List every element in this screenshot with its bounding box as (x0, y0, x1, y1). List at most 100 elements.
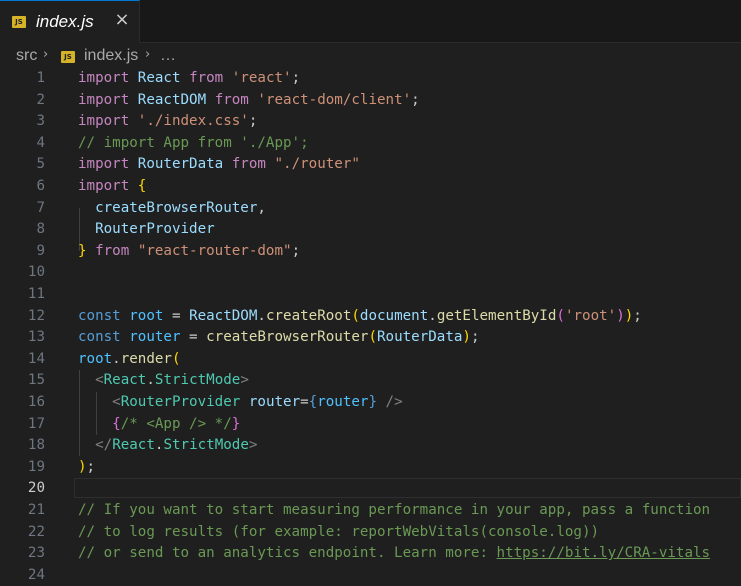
line-number: 20 (27, 480, 45, 497)
code-token: import (78, 156, 130, 173)
code-token: 'root' (564, 307, 617, 324)
code-token: </ (95, 437, 113, 454)
code-line[interactable]: 10 (0, 262, 741, 284)
line-number: 10 (27, 264, 45, 281)
code-token: React (137, 70, 181, 86)
code-line[interactable]: 2 import ReactDOM from 'react-dom/client'… (0, 90, 741, 112)
breadcrumb-folder[interactable]: src (16, 47, 37, 65)
code-text: import ReactDOM from 'react-dom/client'; (78, 90, 420, 112)
code-token: ( (351, 307, 360, 324)
code-text: import { (78, 176, 146, 198)
code-line[interactable]: 3 import './index.css'; (0, 111, 741, 133)
code-editor[interactable]: 1 import React from 'react'; 2 import React… (0, 68, 741, 583)
code-line[interactable]: 20 (0, 478, 741, 500)
code-token: from (189, 70, 224, 86)
code-line[interactable]: 7 createBrowserRouter, (0, 198, 741, 220)
code-token: router (129, 329, 181, 346)
code-token: ; (248, 113, 258, 130)
line-number: 11 (27, 286, 45, 302)
code-token: . (428, 307, 437, 324)
code-line[interactable]: 1 import React from 'react'; (0, 68, 741, 90)
code-line[interactable]: 9 } from "react-router-dom"; (0, 241, 741, 263)
code-token: from (231, 156, 266, 173)
code-token: // or send to an analytics endpoint. Lea… (78, 545, 497, 562)
code-token: StrictMode (163, 437, 249, 454)
code-text: const root = ReactDOM.createRoot(documen… (78, 306, 642, 328)
code-token: document (359, 307, 429, 324)
code-token: RouterProvider (120, 394, 241, 410)
code-line[interactable]: 8 RouterProvider (0, 219, 741, 241)
code-token: RouterData (137, 156, 224, 173)
code-token: < (112, 394, 121, 410)
code-token: React (112, 437, 155, 454)
code-line[interactable]: 14 root.render( (0, 349, 741, 371)
close-icon[interactable]: × (112, 10, 132, 30)
code-line[interactable]: 5 import RouterData from "./router" (0, 154, 741, 176)
line-number: 13 (27, 329, 45, 346)
code-line[interactable]: 22 // to log results (for example: report… (0, 522, 741, 544)
code-token: './index.css' (137, 113, 249, 130)
code-token: createBrowserRouter (206, 329, 369, 346)
code-line[interactable]: 11 (0, 284, 741, 306)
breadcrumb-symbols[interactable]: … (160, 47, 176, 65)
code-line[interactable]: 23 // or send to an analytics endpoint. L… (0, 543, 741, 565)
code-text: <React.StrictMode> (78, 370, 249, 392)
chevron-right-icon: › (43, 47, 49, 62)
code-line[interactable]: 12 const root = ReactDOM.createRoot(docum… (0, 306, 741, 328)
code-token: ReactDOM (189, 307, 258, 324)
code-line[interactable]: 24 (0, 565, 741, 586)
code-token: router (317, 394, 369, 410)
line-number: 9 (36, 242, 45, 259)
code-line[interactable]: 21 // If you want to start measuring perf… (0, 500, 741, 522)
code-text: import './index.css'; (78, 111, 257, 133)
code-token: "./router" (274, 156, 360, 173)
code-token: ; (86, 458, 96, 475)
code-token: RouterData (376, 329, 463, 346)
code-token: React (103, 372, 147, 389)
line-number: 23 (27, 545, 45, 562)
code-line[interactable]: 13 const router = createBrowserRouter(Rou… (0, 327, 741, 349)
breadcrumb-file[interactable]: index.js (84, 47, 138, 65)
code-token: // to log results (for example: reportWe… (78, 523, 600, 540)
code-line[interactable]: 6 import { (0, 176, 741, 198)
code-token: createBrowserRouter (95, 199, 258, 216)
code-token: = (300, 394, 309, 410)
line-number: 1 (36, 70, 45, 86)
code-token[interactable]: https://bit.ly/CRA-vitals (497, 545, 711, 561)
line-number: 18 (27, 437, 45, 454)
code-token: /> (385, 394, 403, 410)
code-line[interactable]: 4 // import App from './App'; (0, 133, 741, 155)
line-number: 16 (27, 394, 45, 410)
code-token: 'react' (231, 70, 292, 86)
code-token: ; (411, 91, 420, 108)
code-token: RouterProvider (95, 221, 215, 238)
code-line[interactable]: 16 <RouterProvider router={router} /> (0, 392, 741, 414)
code-token: ) (78, 458, 87, 475)
code-text: // or send to an analytics endpoint. Lea… (78, 543, 710, 565)
code-token: import (78, 113, 130, 130)
code-text: } from "react-router-dom"; (78, 241, 300, 263)
code-text: const router = createBrowserRouter(Route… (78, 327, 480, 349)
code-token: StrictMode (154, 372, 241, 389)
code-text: // import App from './App'; (78, 133, 309, 155)
code-token: import (78, 70, 130, 86)
code-token: router (248, 394, 301, 410)
code-line[interactable]: 17 {/* <App /> */} (0, 414, 741, 436)
code-line[interactable]: 18 </React.StrictMode> (0, 435, 741, 457)
line-number: 2 (36, 91, 45, 108)
tab-index-js[interactable]: JS index.js × (0, 0, 140, 43)
code-line[interactable]: 19); (0, 457, 741, 479)
code-token: from (214, 91, 249, 108)
code-text: createBrowserRouter, (78, 198, 266, 220)
code-token: < (95, 372, 104, 389)
code-line[interactable]: 15 <React.StrictMode> (0, 370, 741, 392)
